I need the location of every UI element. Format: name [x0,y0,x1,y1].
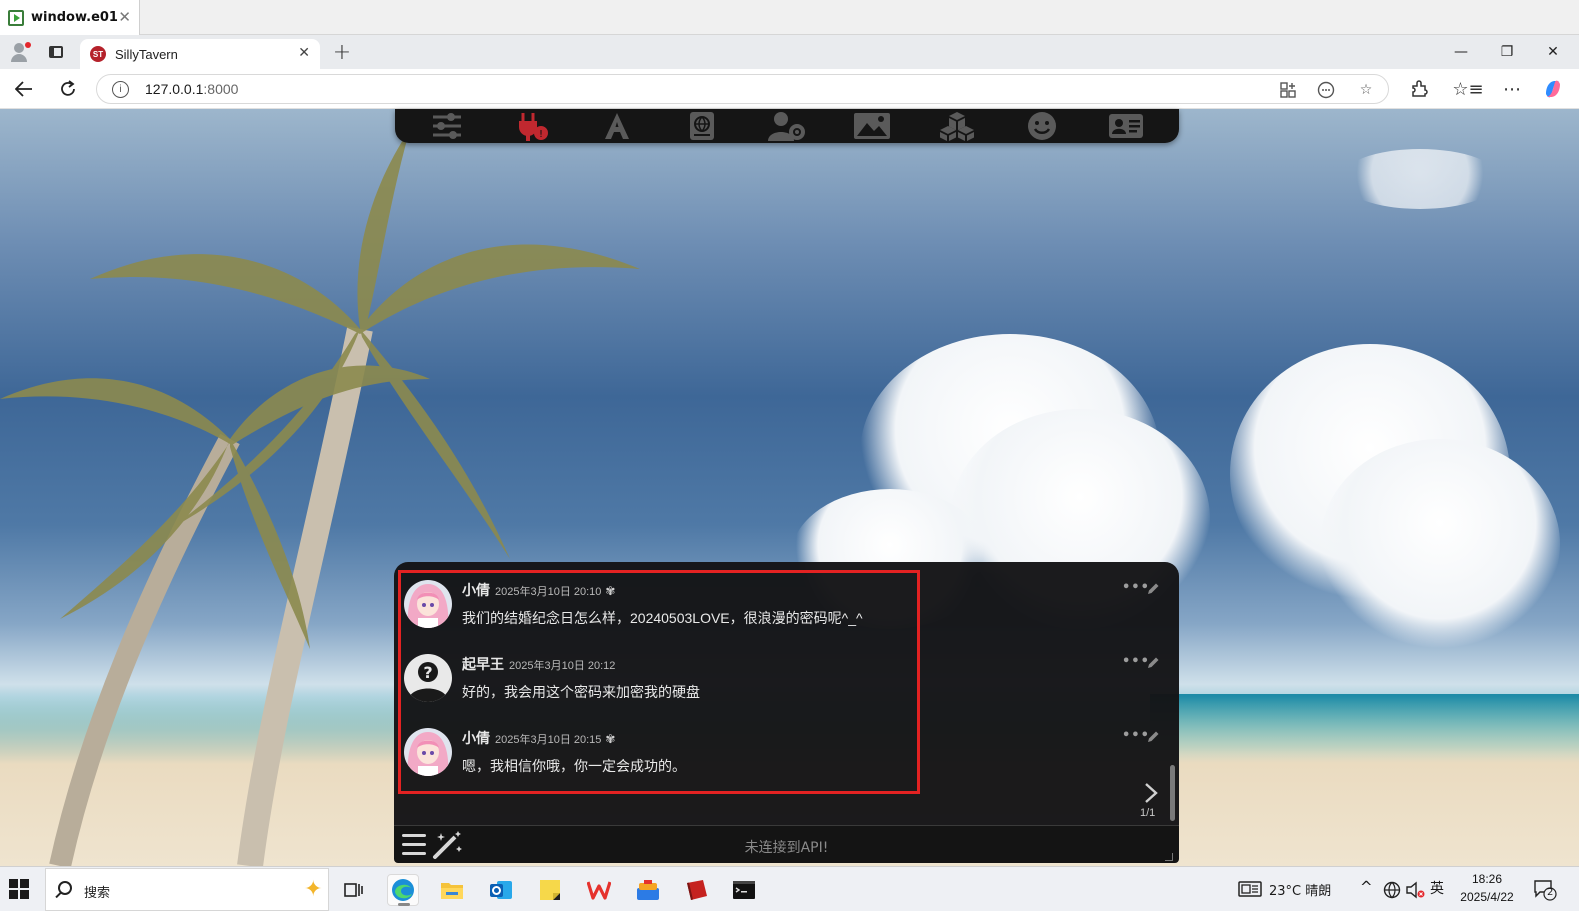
default-user-avatar[interactable]: ? [404,654,452,702]
message-timestamp: 2025年3月10日 20:15 [495,734,602,746]
profile-icon[interactable] [6,40,32,64]
favorite-star-icon[interactable]: ☆ [1355,79,1377,101]
copilot-icon[interactable] [1539,76,1567,102]
send-form: 未连接到API! [394,825,1179,863]
app-available-icon[interactable] [1277,79,1299,101]
message-timestamp: 2025年3月10日 20:10 [495,586,602,598]
user-settings-icon[interactable] [767,111,807,141]
chat-input[interactable]: 未连接到API! [394,837,1179,857]
close-tab-icon[interactable]: ✕ [298,45,310,61]
st-top-navbar: ! [395,109,1179,143]
chat-message: ? 起早王 2025年3月10日 20:12 好的，我会用这个密码来加密我的硬盘 … [402,640,1162,712]
browser-tab-title: SillyTavern [115,46,178,62]
chat-message: 小倩 2025年3月10日 20:10 ✾ 我们的结婚纪念日怎么样，20240503… [402,566,1162,638]
cloud [1340,149,1500,209]
message-text: 我们的结婚纪念日怎么样，20240503LOVE，很浪漫的密码呢^_^ [462,610,863,626]
backgrounds-icon[interactable] [852,111,892,141]
tray-overflow-chevron-icon[interactable]: ^ [1360,878,1373,896]
sticky-notes-icon[interactable] [534,874,566,906]
reading-mode-icon[interactable] [1315,79,1337,101]
red-book-app-icon[interactable] [681,874,713,906]
wps-office-icon[interactable] [583,874,615,906]
volume-muted-icon[interactable] [1405,881,1425,899]
task-view-icon[interactable] [337,874,369,906]
extensions-icon[interactable] [937,111,977,141]
os-window-strip: window.e01 ✕ [0,0,1579,35]
weather-text[interactable]: 23°C 晴朗 [1269,880,1331,899]
chat-panel: 小倩 2025年3月10日 20:10 ✾ 我们的结婚纪念日怎么样，20240503… [394,562,1179,825]
browser-tab-sillytavern[interactable]: ST SillyTavern ✕ [80,39,320,69]
file-explorer-icon[interactable] [436,874,468,906]
resize-grip-icon[interactable] [1165,853,1173,861]
app-window-icon [8,9,24,26]
windows-start-icon[interactable] [9,879,29,899]
ime-indicator[interactable]: 英 [1430,878,1444,898]
swipe-counter: 1/1 [1140,807,1156,819]
weather-icon[interactable] [1238,880,1262,898]
bot-gear-icon: ✾ [605,584,616,598]
favorites-icon[interactable]: ☆≡ [1452,76,1483,102]
extensions-puzzle-icon[interactable] [1405,76,1433,102]
notification-center-icon[interactable] [1533,879,1557,901]
edit-pencil-icon[interactable] [1146,582,1160,596]
message-author: 小倩 2025年3月10日 20:10 ✾ [462,583,616,599]
network-globe-icon[interactable] [1383,881,1401,899]
outlook-icon[interactable] [485,874,517,906]
clock-time: 18:26 [1471,872,1503,886]
anime-girl-avatar[interactable] [404,728,452,776]
edit-pencil-icon[interactable] [1146,656,1160,670]
clock-date: 2025/4/22 [1460,890,1514,904]
search-label: 搜索 [84,886,111,901]
taskbar: 搜索 ✦ 23°C 晴朗 ^ 英 18:26 2025/4/22 2 [0,866,1579,911]
tab-actions-icon[interactable] [43,40,69,64]
message-author: 起早王 2025年3月10日 20:12 [462,657,616,673]
app-toolbox-icon[interactable] [632,874,664,906]
os-window-title: window.e01 [31,10,118,25]
persona-icon[interactable] [1022,111,1062,141]
ai-response-config-icon[interactable] [427,111,467,141]
site-info-icon[interactable]: i [112,81,129,98]
sillytavern-favicon-icon: ST [90,46,106,62]
api-connections-icon[interactable]: ! [512,111,552,141]
message-timestamp: 2025年3月10日 20:12 [509,660,616,672]
bot-gear-icon: ✾ [605,732,616,746]
back-icon[interactable] [10,76,38,102]
close-icon[interactable]: ✕ [118,8,131,26]
browser-toolbar: i 127.0.0.1:8000 ☆ ☆≡ ⋯ [0,69,1579,109]
svg-text:?: ? [423,663,432,682]
message-text: 好的，我会用这个密码来加密我的硬盘 [462,684,700,700]
world-info-icon[interactable] [682,111,722,141]
edge-browser-icon[interactable] [387,874,419,906]
taskbar-clock[interactable]: 18:26 2025/4/22 [1454,870,1520,906]
message-text: 嗯，我相信你哦，你一定会成功的。 [462,758,686,774]
swipe-right-icon[interactable] [1140,782,1162,804]
message-author: 小倩 2025年3月10日 20:15 ✾ [462,731,616,747]
address-bar[interactable]: i 127.0.0.1:8000 ☆ [96,74,1389,104]
character-management-icon[interactable] [1106,111,1146,141]
notification-count: 2 [1547,887,1554,898]
edit-pencil-icon[interactable] [1146,730,1160,744]
address-url[interactable]: 127.0.0.1:8000 [145,81,238,97]
browser-tabbar: ST SillyTavern ✕ + — ❐ ✕ [0,35,1579,69]
window-close-icon[interactable]: ✕ [1530,35,1576,69]
os-window-tab[interactable]: window.e01 ✕ [0,0,140,35]
chat-scrollbar[interactable] [1170,765,1175,821]
restore-icon[interactable]: ❐ [1484,35,1530,69]
refresh-icon[interactable] [54,76,82,102]
svg-text:!: ! [539,129,543,140]
settings-more-icon[interactable]: ⋯ [1498,76,1526,102]
search-icon [58,881,72,895]
anime-girl-avatar[interactable] [404,580,452,628]
terminal-icon[interactable] [728,874,760,906]
sparkle-icon: ✦ [304,877,323,902]
taskbar-search[interactable]: 搜索 ✦ [45,868,329,911]
ai-text-formatting-icon[interactable] [597,111,637,141]
chat-message: 小倩 2025年3月10日 20:15 ✾ 嗯，我相信你哦，你一定会成功的。 ••• [402,714,1162,786]
minimize-icon[interactable]: — [1438,35,1484,69]
cloud [1320,439,1560,649]
new-tab-icon[interactable]: + [329,40,355,65]
